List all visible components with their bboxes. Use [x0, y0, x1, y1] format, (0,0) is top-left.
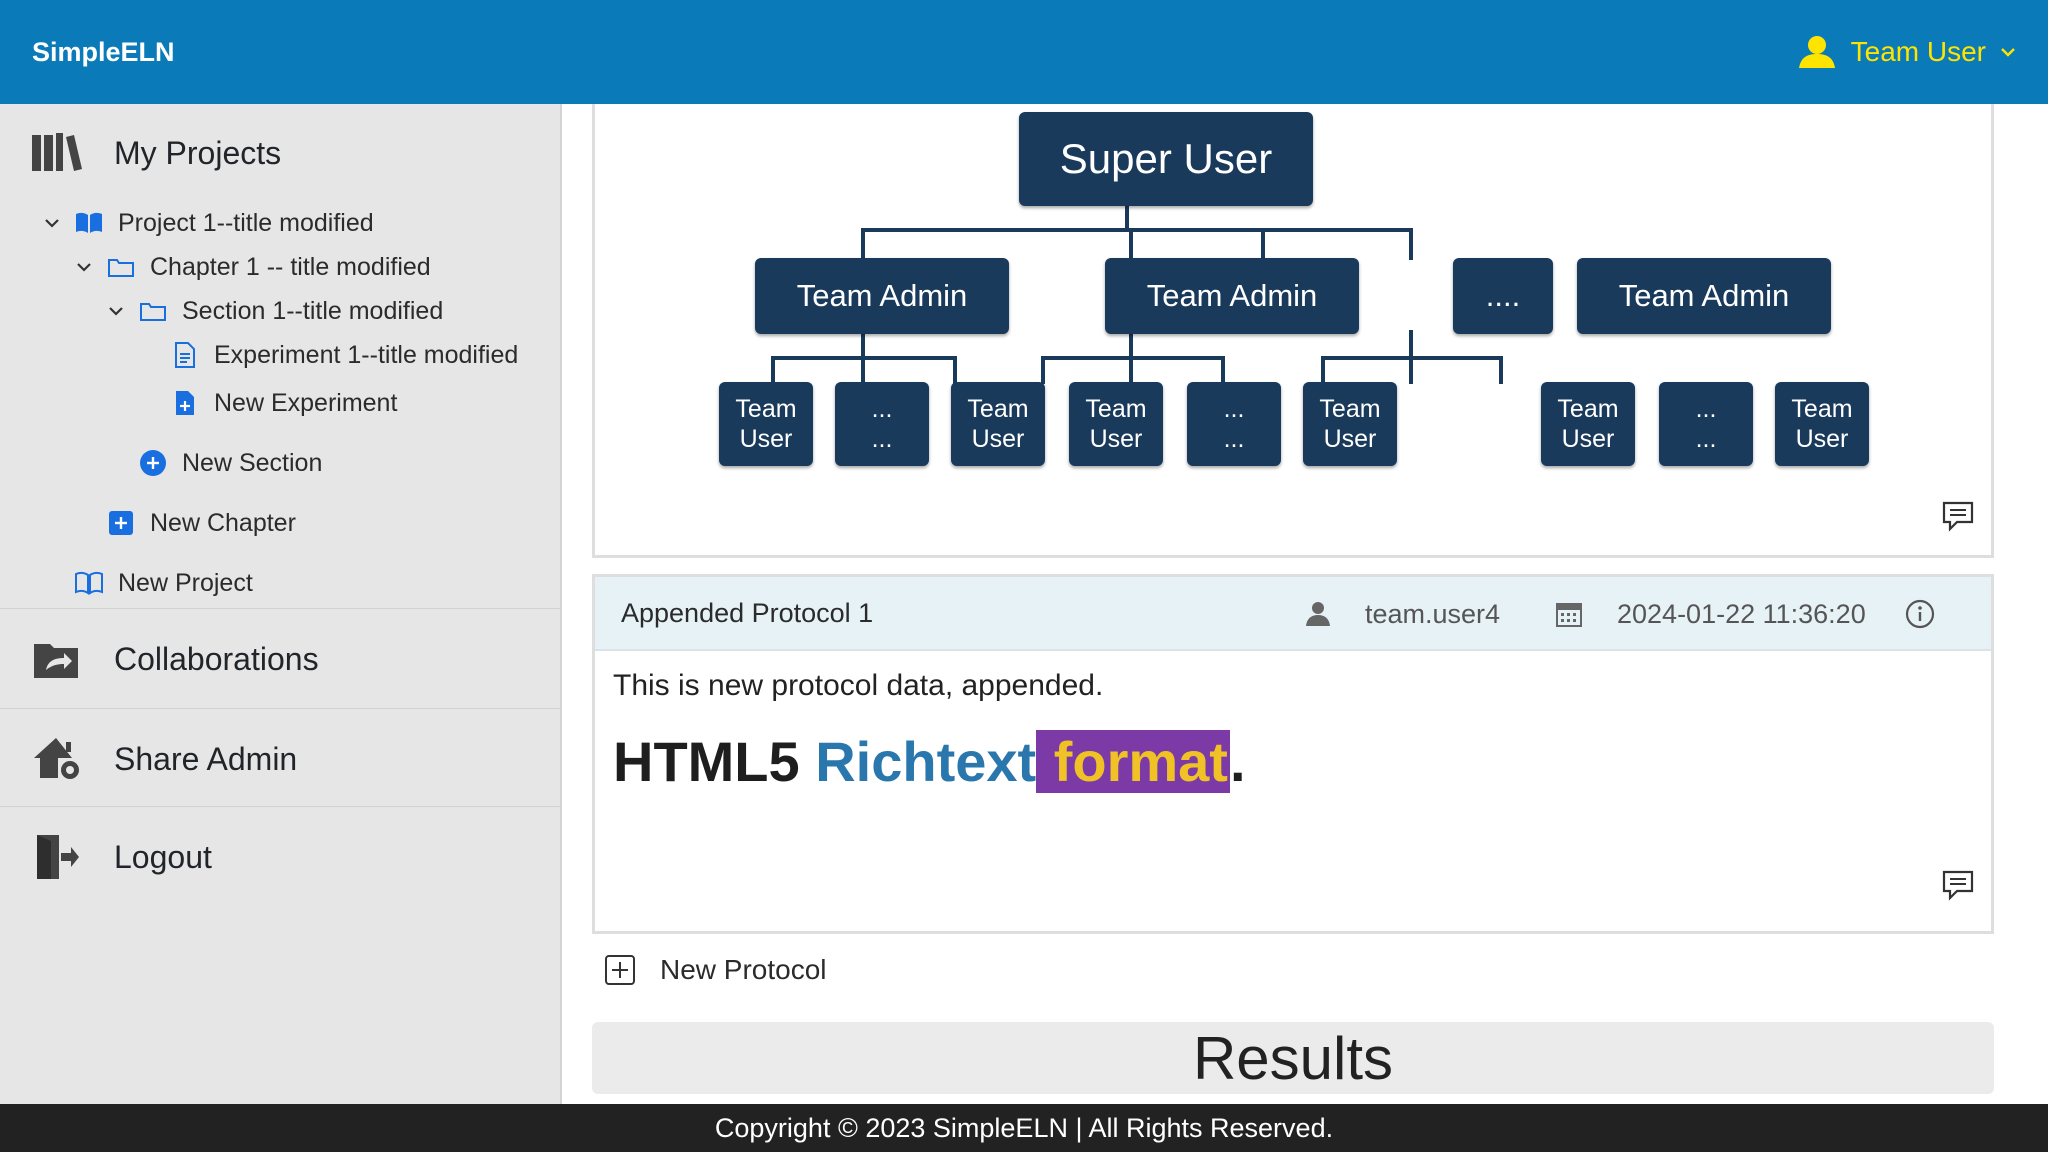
org-team-user: Team User [719, 382, 813, 466]
org-team-user: Team User [1069, 382, 1163, 466]
tree-label: New Section [182, 448, 323, 477]
author-name: team.user4 [1365, 598, 1501, 629]
org-ellipsis-user: ...... [1187, 382, 1281, 466]
tree-chapter-1[interactable]: Chapter 1 -- title modified [74, 252, 431, 282]
tree-new-section[interactable]: New Section [138, 448, 322, 478]
protocol-date: 2024-01-22 11:36:20 [1555, 577, 1866, 651]
org-team-admin: Team Admin [1577, 258, 1831, 334]
nav-share-admin[interactable]: Share Admin [0, 710, 560, 808]
tree-experiment-1[interactable]: Experiment 1--title modified [170, 340, 518, 370]
tree-project-1[interactable]: Project 1--title modified [42, 208, 374, 238]
books-icon [30, 131, 84, 175]
org-ellipsis-user: ...... [835, 382, 929, 466]
protocol-body[interactable]: This is new protocol data, appended. HTM… [595, 651, 1991, 812]
protocol-author: team.user4 [1305, 577, 1500, 651]
org-chart-image: Super User Team Admin Team Admin .... Te… [595, 104, 1991, 484]
door-exit-icon [30, 835, 84, 879]
org-ellipsis-user: ...... [1659, 382, 1753, 466]
org-team-admin: Team Admin [755, 258, 1009, 334]
results-title: Results [1192, 1024, 1394, 1092]
document-plus-icon [170, 388, 200, 418]
divider [0, 806, 560, 807]
nav-label: Share Admin [114, 740, 298, 777]
rich-end: . [1229, 730, 1246, 793]
nav-label: Logout [114, 838, 212, 875]
user-menu-toggle[interactable]: Team User [1797, 34, 2016, 70]
chevron-down-icon[interactable] [42, 217, 62, 229]
new-protocol-label: New Protocol [660, 954, 827, 985]
comment-icon[interactable] [1941, 869, 1975, 901]
protocol-body-text: This is new protocol data, appended. [613, 669, 1104, 702]
nav-collaborations[interactable]: Collaborations [0, 610, 560, 708]
org-super-user: Super User [1019, 112, 1313, 206]
rich-highlight: format [1036, 730, 1230, 793]
protocol-rich-text: HTML5 Richtext format. [613, 729, 1973, 794]
sidebar: My Projects Project 1--title modified Ch… [0, 104, 562, 1104]
results-header: Results [592, 1022, 1994, 1094]
rich-plain: HTML5 [613, 730, 800, 793]
protocol-header: Appended Protocol 1 team.user4 2024-01-2… [595, 577, 1991, 651]
tree-label: New Project [118, 568, 253, 597]
chevron-down-icon[interactable] [106, 305, 126, 317]
tree-label: New Chapter [150, 508, 296, 537]
org-team-user: Team User [1775, 382, 1869, 466]
tree-label: Chapter 1 -- title modified [150, 252, 431, 281]
chevron-down-icon[interactable] [74, 261, 94, 273]
protocol-card: Appended Protocol 1 team.user4 2024-01-2… [592, 574, 1994, 934]
folder-share-icon [30, 637, 84, 681]
copyright-text: Copyright © 2023 SimpleELN | All Rights … [714, 1112, 1334, 1143]
tree-new-chapter[interactable]: New Chapter [106, 508, 296, 538]
brand-logo[interactable]: SimpleELN [32, 37, 175, 68]
nav-logout[interactable]: Logout [0, 808, 560, 906]
plus-square-icon [106, 508, 136, 538]
new-protocol-button[interactable]: New Protocol [604, 954, 827, 986]
tree-label: Section 1--title modified [182, 296, 444, 325]
rich-blue: Richtext [815, 730, 1037, 793]
plus-square-outline-icon [604, 954, 636, 986]
tree-label: Experiment 1--title modified [214, 340, 519, 369]
house-gear-icon [30, 737, 84, 781]
document-icon [170, 340, 200, 370]
tree-new-project[interactable]: New Project [74, 568, 253, 598]
book-open-outline-icon [74, 568, 104, 598]
tree-label: New Experiment [214, 388, 398, 417]
main-content: Super User Team Admin Team Admin .... Te… [562, 104, 2048, 1104]
nav-label: Collaborations [114, 640, 319, 677]
tree-section-1[interactable]: Section 1--title modified [106, 296, 443, 326]
plus-circle-icon [138, 448, 168, 478]
tree-label: Project 1--title modified [118, 208, 374, 237]
divider [0, 608, 560, 609]
folder-icon [138, 296, 168, 326]
org-team-admin: Team Admin [1105, 258, 1359, 334]
protocol-image-card: Super User Team Admin Team Admin .... Te… [592, 104, 1994, 558]
divider [0, 708, 560, 709]
user-icon [1797, 34, 1837, 70]
info-icon[interactable] [1905, 599, 1935, 629]
chevron-down-icon [2000, 46, 2016, 58]
protocol-title[interactable]: Appended Protocol 1 [621, 598, 873, 629]
footer: Copyright © 2023 SimpleELN | All Rights … [0, 1104, 2048, 1152]
nav-label: My Projects [114, 134, 282, 171]
date-value: 2024-01-22 11:36:20 [1617, 598, 1866, 629]
org-team-user: Team User [1303, 382, 1397, 466]
user-name: Team User [1850, 36, 1986, 67]
org-team-user: Team User [951, 382, 1045, 466]
org-team-user: Team User [1541, 382, 1635, 466]
org-ellipsis-admin: .... [1453, 258, 1553, 334]
user-icon [1305, 601, 1331, 627]
folder-icon [106, 252, 136, 282]
tree-new-experiment[interactable]: New Experiment [170, 388, 397, 418]
comment-icon[interactable] [1941, 500, 1975, 532]
book-open-icon [74, 208, 104, 238]
calendar-icon [1555, 600, 1583, 628]
nav-my-projects[interactable]: My Projects [0, 104, 560, 202]
top-navbar: SimpleELN Team User [0, 0, 2048, 104]
